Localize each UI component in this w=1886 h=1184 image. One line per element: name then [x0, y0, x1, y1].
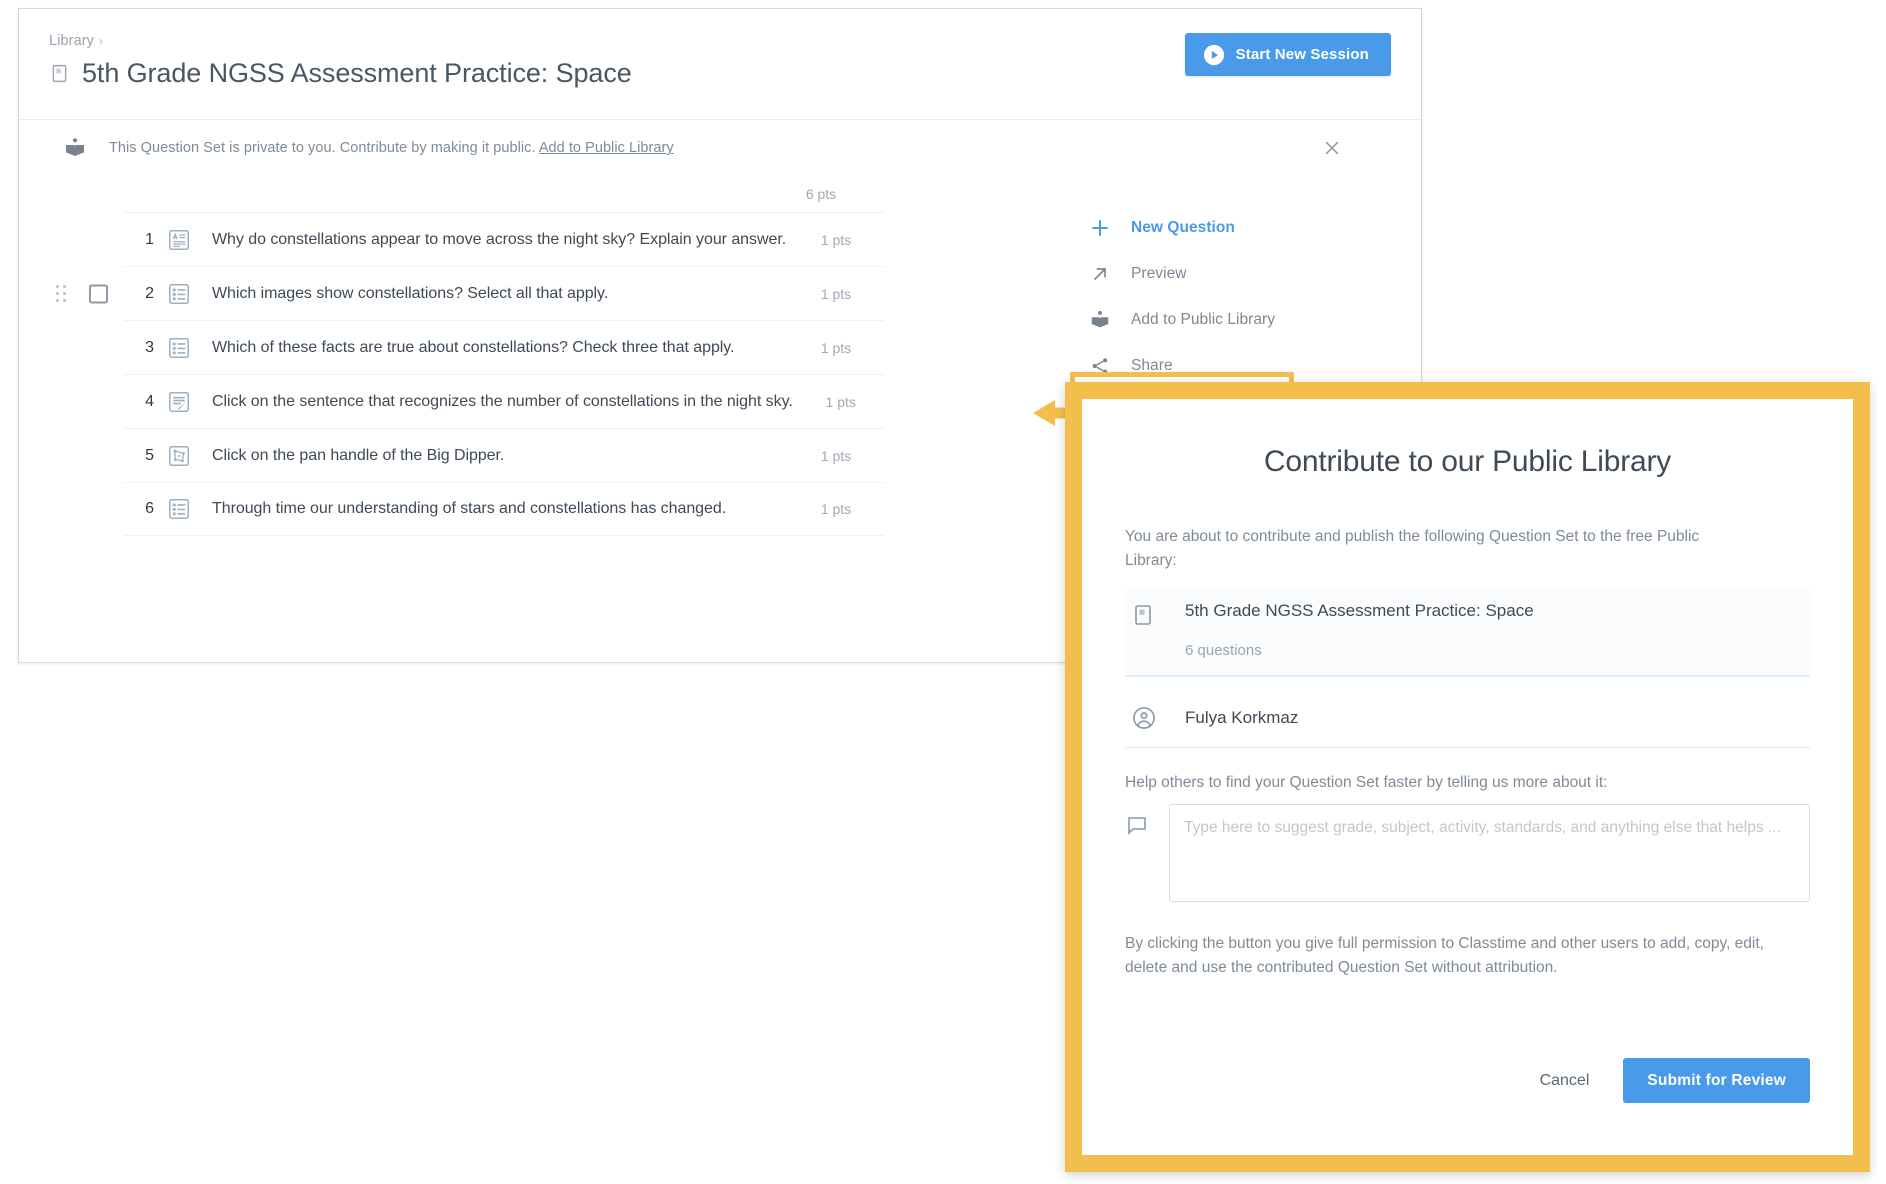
question-text: Click on the sentence that recognizes th… [212, 392, 793, 410]
question-text: Which of these facts are true about cons… [212, 338, 735, 356]
banner-add-to-public-library-link[interactable]: Add to Public Library [539, 140, 674, 156]
question-points: 1 pts [820, 501, 852, 517]
banner-text: This Question Set is private to you. Con… [109, 140, 674, 156]
cancel-button[interactable]: Cancel [1536, 1066, 1594, 1096]
question-points: 1 pts [825, 393, 856, 410]
drag-dot [56, 284, 60, 288]
highlight-text-question-icon [166, 389, 192, 415]
breadcrumb-chevron-icon: › [99, 34, 104, 48]
action-item-label: Share [1131, 357, 1173, 374]
table-row[interactable]: 1 Why do constellations appear to move ac… [124, 212, 884, 266]
hotspot-image-question-icon [166, 443, 192, 469]
document-icon [1131, 603, 1155, 627]
contribute-modal-body: Contribute to our Public Library You are… [1082, 399, 1853, 1155]
action-item-label: New Question [1131, 219, 1235, 236]
question-text: Through time our understanding of stars … [212, 500, 727, 517]
description-textarea[interactable] [1169, 804, 1810, 903]
description-label: Help others to find your Question Set fa… [1125, 774, 1608, 792]
submit-for-review-button[interactable]: Submit for Review [1623, 1058, 1810, 1103]
drag-dot [63, 284, 67, 288]
modal-lead-text: You are about to contribute and publish … [1125, 528, 1700, 570]
comment-icon [1125, 814, 1149, 838]
share-icon [1089, 355, 1111, 377]
drag-dot [63, 298, 67, 302]
question-number: 5 [145, 446, 154, 464]
row-checkbox[interactable] [89, 284, 108, 303]
author-name: Fulya Korkmaz [1185, 708, 1299, 728]
multiple-choice-question-icon [166, 335, 192, 361]
question-set-name: 5th Grade NGSS Assessment Practice: Spac… [1185, 601, 1534, 621]
question-text: Click on the pan handle of the Big Dippe… [212, 446, 505, 464]
screenshot-root: Library › 5th Grade NGSS Assessment Prac… [0, 0, 1886, 1184]
actions-menu: New Question Preview Add to Public Library… [1083, 205, 1303, 389]
play-circle-icon [1203, 44, 1225, 66]
drag-handle-icon[interactable] [56, 284, 70, 303]
table-row[interactable]: 6 Through time our understanding of stars… [124, 482, 884, 536]
account-circle-icon [1131, 705, 1157, 731]
author-row: Fulya Korkmaz [1125, 677, 1810, 749]
drag-dot [63, 291, 67, 295]
question-number: 1 [145, 230, 154, 248]
close-icon[interactable] [1321, 137, 1343, 159]
drag-dot [56, 291, 60, 295]
question-text: Which images show constellations? Select… [212, 284, 609, 302]
question-points: 1 pts [820, 339, 852, 356]
question-number: 4 [145, 392, 154, 410]
action-item-add-to-public-library[interactable]: Add to Public Library [1083, 297, 1303, 343]
question-set-header: Library › 5th Grade NGSS Assessment Prac… [19, 9, 1421, 119]
arrow-up-right-icon [1089, 263, 1111, 285]
table-row[interactable]: 3 Which of these facts are true about con… [124, 320, 884, 374]
plus-icon [1089, 217, 1111, 239]
question-set-summary-row: 5th Grade NGSS Assessment Practice: Spac… [1125, 601, 1810, 627]
table-row[interactable]: 2 Which images show constellations? Selec… [56, 266, 884, 320]
drag-dot [56, 298, 60, 302]
question-count: 6 questions [1185, 642, 1262, 660]
multiple-choice-question-icon [166, 281, 192, 307]
start-new-session-label: Start New Session [1235, 46, 1369, 63]
legal-disclaimer: By clicking the button you give full per… [1125, 935, 1764, 977]
breadcrumb-library-link[interactable]: Library [49, 33, 94, 49]
description-field-row [1125, 804, 1810, 903]
question-number: 2 [145, 284, 154, 302]
modal-title: Contribute to our Public Library [1263, 445, 1672, 478]
question-number: 6 [145, 500, 154, 517]
open-book-icon [63, 136, 87, 160]
table-row[interactable]: 5 Click on the pan handle of the Big Dipp… [124, 428, 884, 482]
question-number: 3 [145, 338, 154, 356]
points-header-row: 6 pts [19, 176, 899, 212]
question-text: Why do constellations appear to move acr… [212, 230, 787, 248]
action-item-preview[interactable]: Preview [1083, 251, 1303, 297]
total-points: 6 pts [805, 186, 837, 202]
public-library-banner: This Question Set is private to you. Con… [19, 120, 1421, 176]
action-item-new-question[interactable]: New Question [1083, 205, 1303, 251]
question-points: 1 pts [820, 231, 852, 248]
contribute-modal: Contribute to our Public Library You are… [1065, 382, 1870, 1172]
modal-action-buttons: Cancel Submit for Review [1536, 1058, 1810, 1103]
action-item-label: Add to Public Library [1131, 311, 1276, 328]
free-text-question-icon [166, 227, 192, 253]
page-title: 5th Grade NGSS Assessment Practice: Spac… [82, 58, 632, 88]
table-row[interactable]: 4 Click on the sentence that recognizes t… [124, 374, 884, 428]
question-set-summary: 5th Grade NGSS Assessment Practice: Spac… [1125, 589, 1810, 678]
question-points: 1 pts [820, 447, 852, 464]
open-book-icon [1089, 309, 1111, 331]
banner-message: This Question Set is private to you. Con… [109, 140, 536, 156]
document-icon [49, 63, 70, 84]
multiple-choice-question-icon [166, 496, 192, 522]
question-points: 1 pts [820, 285, 852, 302]
action-item-label: Preview [1131, 265, 1187, 282]
start-new-session-button[interactable]: Start New Session [1184, 33, 1391, 76]
